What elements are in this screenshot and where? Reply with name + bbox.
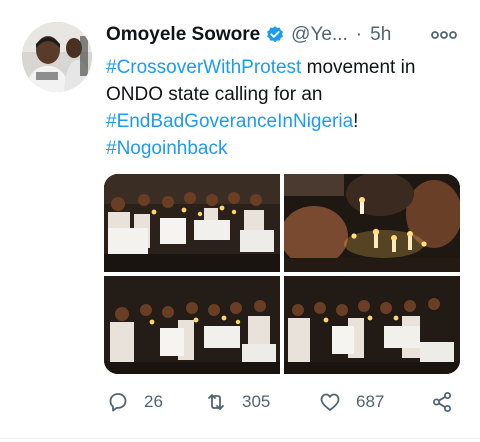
- hashtag-link[interactable]: #CrossoverWithProtest: [106, 57, 301, 78]
- photo-3[interactable]: [104, 276, 280, 374]
- tweet-header: Omoyele Sowore @Ye... · 5h: [106, 22, 391, 48]
- reply-count: 26: [144, 392, 163, 411]
- reply-icon: [109, 393, 127, 412]
- tweet-card[interactable]: Omoyele Sowore @Ye... · 5h #CrossoverWit…: [0, 0, 480, 442]
- avatar-image: [22, 22, 92, 92]
- media-grid: [104, 174, 460, 374]
- like-count: 687: [356, 392, 385, 411]
- separator-dot: ·: [355, 24, 363, 45]
- tweet-timestamp[interactable]: 5h: [370, 24, 391, 46]
- author-handle[interactable]: @Ye...: [291, 24, 348, 46]
- protest-photo-4: [284, 276, 460, 374]
- protest-photo-1: [104, 174, 280, 272]
- share-icon: [433, 392, 451, 412]
- verified-badge-icon: [267, 26, 284, 43]
- author-name[interactable]: Omoyele Sowore: [106, 24, 260, 46]
- like-button[interactable]: 687: [318, 386, 384, 418]
- hashtag-link[interactable]: #EndBadGoveranceInNigeria: [106, 111, 353, 132]
- more-icon[interactable]: [430, 26, 458, 44]
- photo-2[interactable]: [284, 174, 460, 272]
- protest-photo-3: [104, 276, 280, 374]
- retweet-count: 305: [242, 392, 271, 411]
- divider: [0, 438, 480, 439]
- reply-button[interactable]: 26: [106, 386, 163, 418]
- tweet-actions: 26 305 687: [104, 386, 464, 418]
- tweet-text: #CrossoverWithProtest movement in ONDO s…: [106, 54, 466, 162]
- photo-1[interactable]: [104, 174, 280, 272]
- protest-photo-2: [284, 174, 460, 272]
- tweet-text-segment: !: [353, 111, 359, 132]
- share-button[interactable]: [430, 386, 454, 418]
- retweet-icon: [208, 394, 224, 410]
- photo-4[interactable]: [284, 276, 460, 374]
- hashtag-link[interactable]: #Nogoinhback: [106, 138, 227, 159]
- avatar[interactable]: [22, 22, 92, 92]
- like-icon: [320, 393, 340, 411]
- retweet-button[interactable]: 305: [204, 386, 270, 418]
